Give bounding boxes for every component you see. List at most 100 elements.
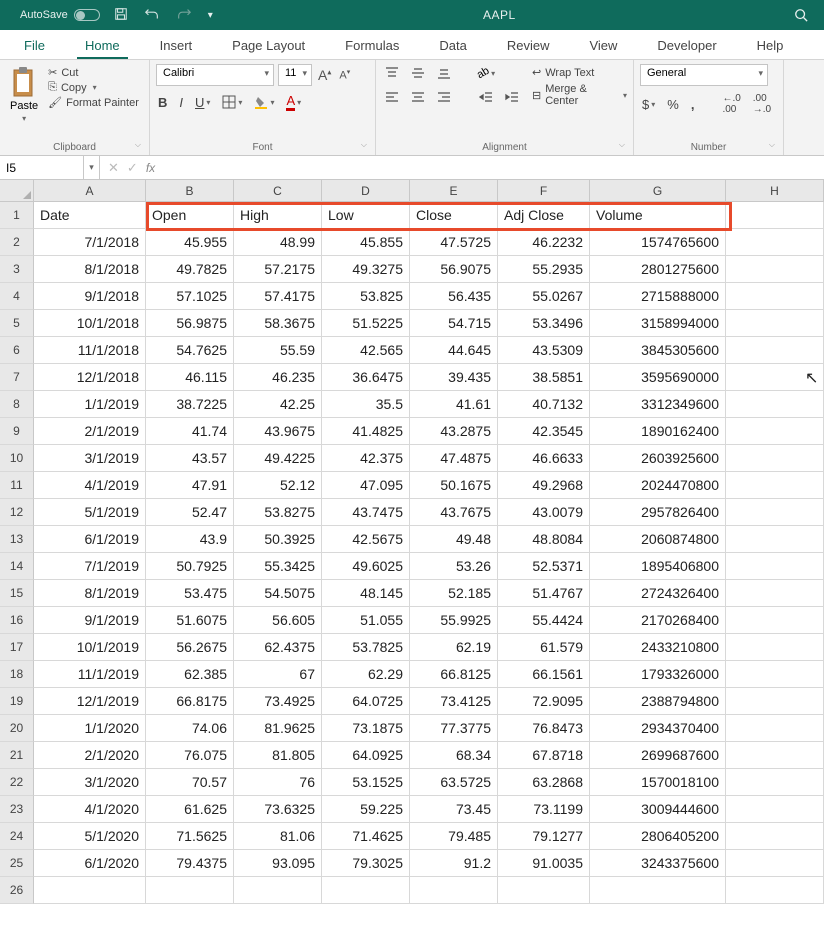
cell[interactable]: 2801275600 xyxy=(590,256,726,283)
cell[interactable]: 81.9625 xyxy=(234,715,322,742)
tab-help[interactable]: Help xyxy=(749,32,792,59)
cell[interactable]: 67.8718 xyxy=(498,742,590,769)
format-painter-button[interactable]: 🖌Format Painter xyxy=(48,96,139,109)
cell[interactable]: 4/1/2019 xyxy=(34,472,146,499)
cell[interactable]: 2934370400 xyxy=(590,715,726,742)
orientation-button[interactable]: ab xyxy=(476,64,496,82)
cell[interactable] xyxy=(726,634,824,661)
row-header[interactable]: 25 xyxy=(0,850,34,877)
tab-file[interactable]: File xyxy=(16,32,53,59)
name-box-dropdown[interactable]: ▾ xyxy=(84,156,100,179)
cell[interactable]: 53.475 xyxy=(146,580,234,607)
cut-button[interactable]: ✂Cut xyxy=(48,66,139,79)
tab-developer[interactable]: Developer xyxy=(649,32,724,59)
row-header[interactable]: 13 xyxy=(0,526,34,553)
cell[interactable] xyxy=(590,877,726,904)
cell[interactable]: 72.9095 xyxy=(498,688,590,715)
cell[interactable]: Adj Close xyxy=(498,202,590,229)
cell[interactable]: 58.3675 xyxy=(234,310,322,337)
col-header-E[interactable]: E xyxy=(410,180,498,202)
cell[interactable] xyxy=(34,877,146,904)
cell[interactable] xyxy=(726,580,824,607)
cell[interactable]: 52.12 xyxy=(234,472,322,499)
cell[interactable] xyxy=(726,742,824,769)
cell[interactable] xyxy=(726,229,824,256)
cell[interactable]: 44.645 xyxy=(410,337,498,364)
cell[interactable]: 50.1675 xyxy=(410,472,498,499)
cell[interactable] xyxy=(726,202,824,229)
cell[interactable]: 49.4225 xyxy=(234,445,322,472)
col-header-G[interactable]: G xyxy=(590,180,726,202)
select-all-button[interactable] xyxy=(0,180,34,202)
enter-formula-icon[interactable]: ✓ xyxy=(127,160,138,176)
copy-button[interactable]: ⎘Copy xyxy=(48,81,139,94)
tab-data[interactable]: Data xyxy=(431,32,474,59)
cell[interactable]: 91.0035 xyxy=(498,850,590,877)
row-header[interactable]: 16 xyxy=(0,607,34,634)
cell[interactable]: 3/1/2020 xyxy=(34,769,146,796)
tab-review[interactable]: Review xyxy=(499,32,558,59)
cell[interactable]: 3845305600 xyxy=(590,337,726,364)
cell[interactable]: 53.3496 xyxy=(498,310,590,337)
cell[interactable]: Volume xyxy=(590,202,726,229)
col-header-D[interactable]: D xyxy=(322,180,410,202)
undo-icon[interactable] xyxy=(144,7,160,24)
border-button[interactable] xyxy=(220,94,244,110)
cell[interactable]: 55.4424 xyxy=(498,607,590,634)
tab-page-layout[interactable]: Page Layout xyxy=(224,32,313,59)
cell[interactable]: 62.19 xyxy=(410,634,498,661)
row-header[interactable]: 19 xyxy=(0,688,34,715)
cell[interactable]: 43.0079 xyxy=(498,499,590,526)
tab-insert[interactable]: Insert xyxy=(152,32,201,59)
cell[interactable]: 48.145 xyxy=(322,580,410,607)
font-color-button[interactable]: A xyxy=(284,92,303,112)
cell[interactable]: 2024470800 xyxy=(590,472,726,499)
cell[interactable] xyxy=(726,715,824,742)
cell[interactable] xyxy=(726,688,824,715)
cell[interactable]: 76.8473 xyxy=(498,715,590,742)
cell[interactable]: 43.9 xyxy=(146,526,234,553)
cell[interactable]: 52.185 xyxy=(410,580,498,607)
cell[interactable]: 12/1/2019 xyxy=(34,688,146,715)
cell[interactable]: 46.6633 xyxy=(498,445,590,472)
cell[interactable]: 53.825 xyxy=(322,283,410,310)
row-header[interactable]: 1 xyxy=(0,202,34,229)
cell[interactable]: 54.7625 xyxy=(146,337,234,364)
cell[interactable]: 48.99 xyxy=(234,229,322,256)
cell[interactable] xyxy=(726,283,824,310)
cell[interactable]: 76 xyxy=(234,769,322,796)
bold-button[interactable]: B xyxy=(156,94,169,111)
cell[interactable]: 2724326400 xyxy=(590,580,726,607)
cell[interactable]: 49.2968 xyxy=(498,472,590,499)
cell[interactable]: 49.6025 xyxy=(322,553,410,580)
cell[interactable]: 35.5 xyxy=(322,391,410,418)
cell[interactable]: 53.26 xyxy=(410,553,498,580)
cell[interactable]: 55.9925 xyxy=(410,607,498,634)
cell[interactable] xyxy=(498,877,590,904)
cell[interactable]: 45.955 xyxy=(146,229,234,256)
cell[interactable]: 10/1/2018 xyxy=(34,310,146,337)
cell[interactable]: 54.715 xyxy=(410,310,498,337)
cell[interactable]: 41.4825 xyxy=(322,418,410,445)
tab-view[interactable]: View xyxy=(581,32,625,59)
cell[interactable]: 43.7675 xyxy=(410,499,498,526)
cell[interactable]: 71.5625 xyxy=(146,823,234,850)
cell[interactable]: 2699687600 xyxy=(590,742,726,769)
name-box[interactable]: I5 xyxy=(0,156,84,179)
cell[interactable] xyxy=(322,877,410,904)
cell[interactable]: 56.605 xyxy=(234,607,322,634)
cell[interactable]: 48.8084 xyxy=(498,526,590,553)
cell[interactable] xyxy=(234,877,322,904)
cancel-formula-icon[interactable]: ✕ xyxy=(108,160,119,176)
cell[interactable] xyxy=(410,877,498,904)
cell[interactable] xyxy=(726,418,824,445)
cell[interactable]: 52.47 xyxy=(146,499,234,526)
cell[interactable]: 4/1/2020 xyxy=(34,796,146,823)
row-header[interactable]: 17 xyxy=(0,634,34,661)
underline-button[interactable]: U xyxy=(193,94,212,111)
cell[interactable]: 38.5851 xyxy=(498,364,590,391)
cell[interactable]: 79.485 xyxy=(410,823,498,850)
decrease-font-icon[interactable]: A▾ xyxy=(337,68,352,82)
decrease-indent-icon[interactable] xyxy=(476,88,496,106)
cell[interactable]: 43.57 xyxy=(146,445,234,472)
